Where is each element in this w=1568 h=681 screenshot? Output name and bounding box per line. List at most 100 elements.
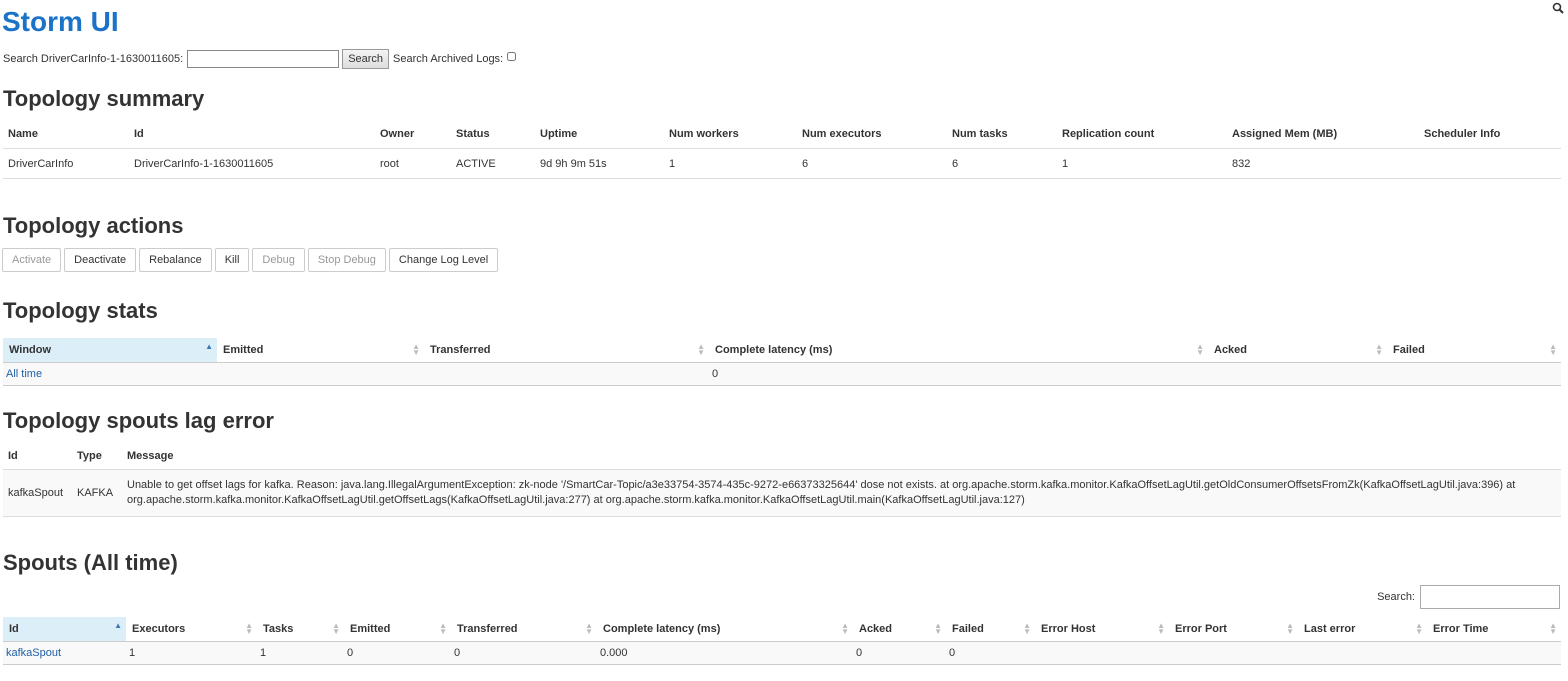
cell-tasks: 1	[257, 641, 344, 665]
sort-arrows-icon: ▲ ▼	[1549, 621, 1557, 636]
sort-arrows-icon: ▲ ▼	[332, 621, 340, 636]
cell-uptime: 9d 9h 9m 51s	[535, 148, 664, 179]
col-id[interactable]: Id ▲	[3, 617, 126, 642]
spouts-search: Search:	[1377, 585, 1560, 609]
search-label: Search DriverCarInfo-1-1630011605:	[3, 53, 184, 65]
col-complete-latency[interactable]: Complete latency (ms) ▲ ▼	[709, 338, 1208, 363]
col-failed[interactable]: Failed ▲ ▼	[1387, 338, 1561, 363]
col-emitted[interactable]: Emitted ▲ ▼	[344, 617, 451, 642]
col-failed[interactable]: Failed ▲ ▼	[946, 617, 1035, 642]
search-input[interactable]	[187, 50, 340, 68]
cell-acked	[1208, 362, 1387, 386]
table-row: DriverCarInfo DriverCarInfo-1-1630011605…	[3, 148, 1561, 179]
activate-button[interactable]: Activate	[2, 248, 62, 272]
col-assigned-mem: Assigned Mem (MB)	[1227, 120, 1419, 149]
col-transferred[interactable]: Transferred ▲ ▼	[424, 338, 709, 363]
sort-arrows-icon: ▲ ▼	[412, 342, 420, 357]
cell-executors: 1	[126, 641, 257, 665]
cell-message: Unable to get offset lags for kafka. Rea…	[122, 469, 1561, 517]
rebalance-button[interactable]: Rebalance	[139, 248, 212, 272]
cell-complete-latency: 0	[709, 362, 1208, 386]
sort-asc-icon: ▲	[114, 621, 122, 630]
cell-transferred: 0	[451, 641, 597, 665]
col-type: Type	[72, 443, 122, 470]
cell-last-error	[1298, 641, 1427, 665]
col-acked[interactable]: Acked ▲ ▼	[1208, 338, 1387, 363]
col-num-executors: Num executors	[797, 120, 947, 149]
col-message: Message	[122, 443, 1561, 470]
table-row: All time 0	[3, 362, 1561, 386]
lag-error-heading: Topology spouts lag error	[3, 408, 274, 433]
cell-num-executors: 6	[797, 148, 947, 179]
sort-arrows-icon: ▲ ▼	[439, 621, 447, 636]
sort-arrows-icon: ▲ ▼	[841, 621, 849, 636]
search-icon[interactable]	[1552, 2, 1564, 14]
sort-arrows-icon: ▲ ▼	[934, 621, 942, 636]
col-acked[interactable]: Acked ▲ ▼	[853, 617, 946, 642]
col-status: Status	[451, 120, 535, 149]
cell-error-time	[1427, 641, 1561, 665]
col-owner: Owner	[375, 120, 451, 149]
kill-button[interactable]: Kill	[214, 248, 250, 272]
cell-emitted: 0	[344, 641, 451, 665]
col-id: Id	[129, 120, 375, 149]
col-name: Name	[3, 120, 129, 149]
col-executors[interactable]: Executors ▲ ▼	[126, 617, 257, 642]
debug-button[interactable]: Debug	[252, 248, 305, 272]
col-error-port[interactable]: Error Port ▲ ▼	[1169, 617, 1298, 642]
log-search-bar: Search DriverCarInfo-1-1630011605: Searc…	[3, 48, 517, 70]
sort-arrows-icon: ▲ ▼	[1415, 621, 1423, 636]
cell-status: ACTIVE	[451, 148, 535, 179]
cell-owner: root	[375, 148, 451, 179]
sort-arrows-icon: ▲ ▼	[1286, 621, 1294, 636]
sort-asc-icon: ▲	[205, 342, 213, 351]
topology-actions: Activate Deactivate Rebalance Kill Debug…	[2, 248, 499, 272]
archived-logs-checkbox[interactable]	[507, 51, 517, 61]
cell-error-port	[1169, 641, 1298, 665]
sort-arrows-icon: ▲ ▼	[1157, 621, 1165, 636]
app-title: Storm UI	[2, 6, 119, 37]
col-transferred[interactable]: Transferred ▲ ▼	[451, 617, 597, 642]
cell-failed: 0	[946, 641, 1035, 665]
actions-heading: Topology actions	[3, 213, 184, 238]
cell-emitted	[217, 362, 424, 386]
cell-failed	[1387, 362, 1561, 386]
col-tasks[interactable]: Tasks ▲ ▼	[257, 617, 344, 642]
cell-num-tasks: 6	[947, 148, 1057, 179]
col-emitted[interactable]: Emitted ▲ ▼	[217, 338, 424, 363]
summary-heading: Topology summary	[3, 86, 205, 111]
col-num-workers: Num workers	[664, 120, 797, 149]
col-replication-count: Replication count	[1057, 120, 1227, 149]
col-error-host[interactable]: Error Host ▲ ▼	[1035, 617, 1169, 642]
deactivate-button[interactable]: Deactivate	[64, 248, 137, 272]
window-all-time-link[interactable]: All time	[6, 368, 42, 380]
col-window[interactable]: Window ▲	[3, 338, 217, 363]
cell-id: kafkaSpout	[3, 469, 72, 517]
table-row: kafkaSpout KAFKA Unable to get offset la…	[3, 469, 1561, 517]
sort-arrows-icon: ▲ ▼	[1375, 342, 1383, 357]
spouts-table: Id ▲ Executors ▲ ▼ Tasks ▲ ▼ Emitted ▲ ▼ Transf…	[3, 617, 1561, 665]
cell-type: KAFKA	[72, 469, 122, 517]
cell-scheduler-info	[1419, 148, 1561, 179]
col-error-time[interactable]: Error Time ▲ ▼	[1427, 617, 1561, 642]
spouts-search-label: Search:	[1377, 591, 1415, 603]
col-complete-latency[interactable]: Complete latency (ms) ▲ ▼	[597, 617, 853, 642]
sort-arrows-icon: ▲ ▼	[697, 342, 705, 357]
spouts-search-input[interactable]	[1420, 585, 1560, 609]
cell-complete-latency: 0.000	[597, 641, 853, 665]
col-last-error[interactable]: Last error ▲ ▼	[1298, 617, 1427, 642]
cell-replication-count: 1	[1057, 148, 1227, 179]
col-id: Id	[3, 443, 72, 470]
topology-summary-table: Name Id Owner Status Uptime Num workers …	[3, 120, 1561, 179]
cell-id: DriverCarInfo-1-1630011605	[129, 148, 375, 179]
cell-error-host	[1035, 641, 1169, 665]
sort-arrows-icon: ▲ ▼	[1196, 342, 1204, 357]
stop-debug-button[interactable]: Stop Debug	[307, 248, 386, 272]
search-button[interactable]: Search	[342, 49, 390, 69]
cell-num-workers: 1	[664, 148, 797, 179]
change-log-level-button[interactable]: Change Log Level	[388, 248, 499, 272]
cell-acked: 0	[853, 641, 946, 665]
spout-id-link[interactable]: kafkaSpout	[6, 647, 61, 659]
col-num-tasks: Num tasks	[947, 120, 1057, 149]
table-row: kafkaSpout 1 1 0 0 0.000 0 0	[3, 641, 1561, 665]
